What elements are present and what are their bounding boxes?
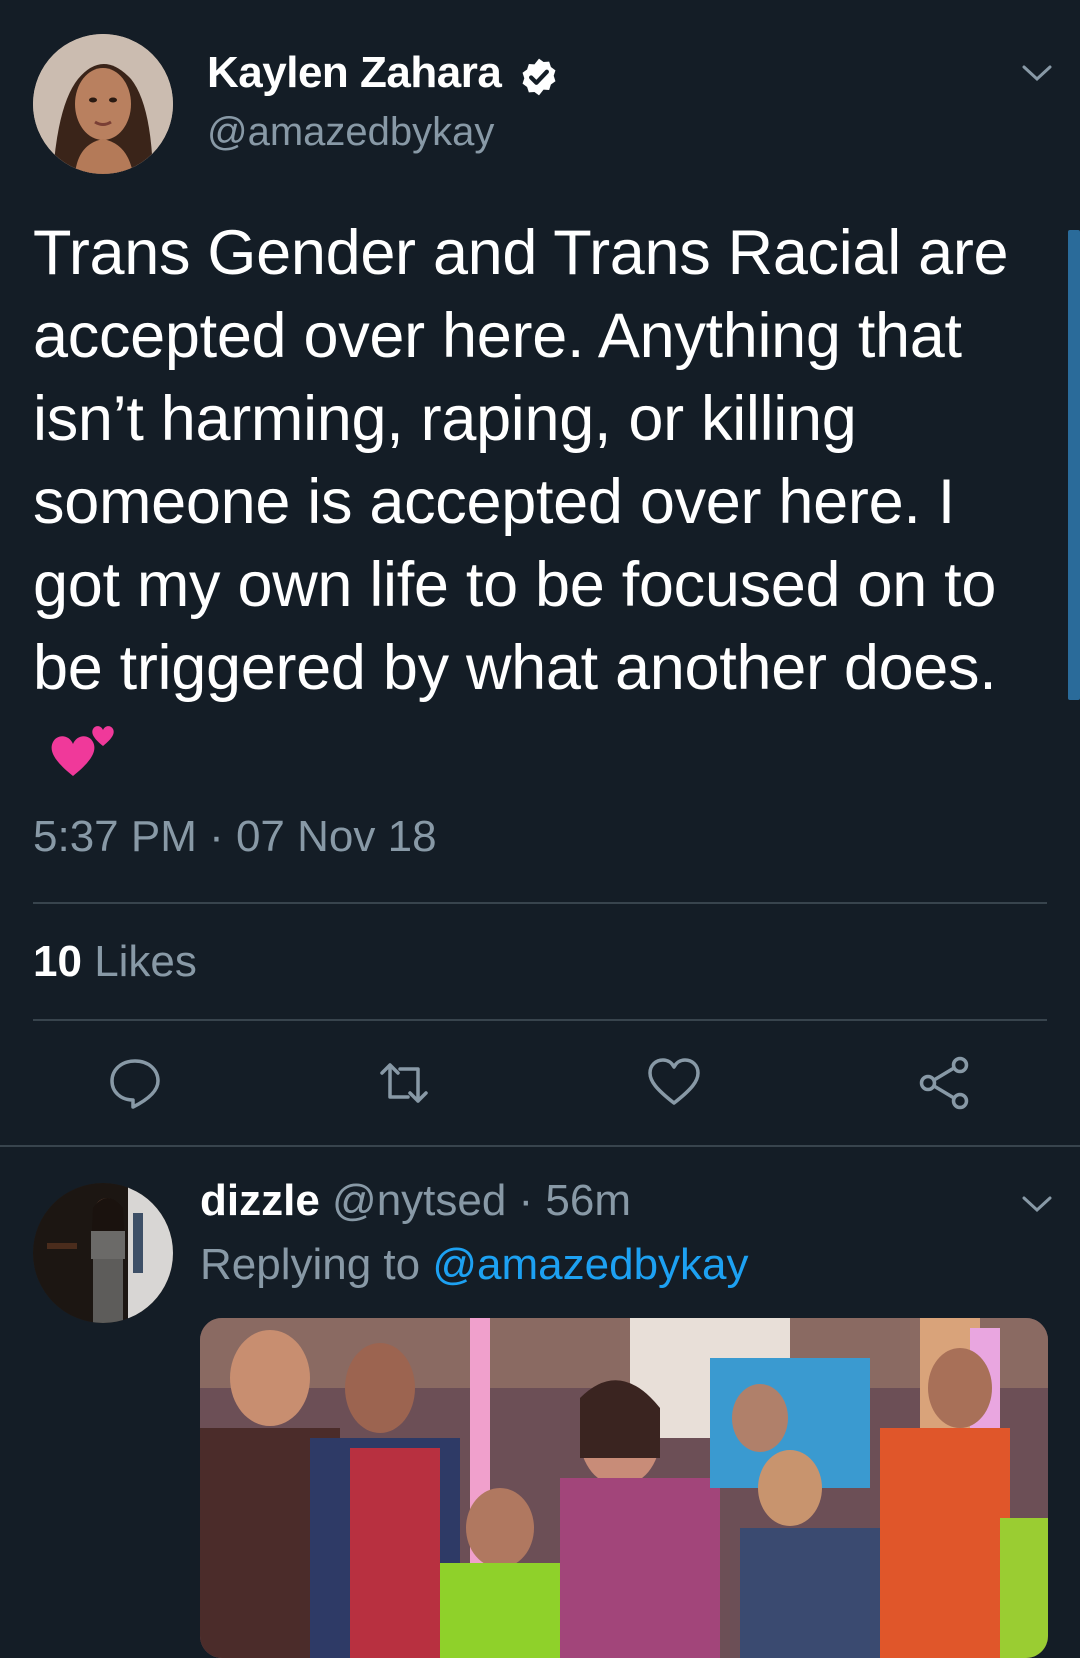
chevron-down-icon[interactable] [1020, 1193, 1054, 1215]
likes-number: 10 [33, 937, 82, 986]
replying-to: Replying to @amazedbykay [200, 1240, 749, 1290]
author-avatar[interactable] [33, 34, 173, 174]
replying-to-label: Replying to [200, 1240, 421, 1289]
reply-icon[interactable] [107, 1055, 163, 1111]
author-handle[interactable]: @amazedbykay [207, 110, 494, 155]
verified-badge-icon [522, 58, 556, 96]
replying-to-mention[interactable]: @amazedbykay [432, 1240, 748, 1289]
tweet-text: Trans Gender and Trans Racial are accept… [33, 212, 1043, 793]
share-icon[interactable] [916, 1055, 972, 1111]
scrollbar[interactable] [1068, 230, 1080, 700]
likes-label: Likes [94, 937, 197, 986]
two-hearts-emoji [51, 726, 114, 776]
divider [33, 902, 1047, 904]
heart-icon[interactable] [646, 1055, 702, 1111]
chevron-down-icon[interactable] [1020, 62, 1054, 84]
divider [33, 1019, 1047, 1021]
tweet-body: Trans Gender and Trans Racial are accept… [33, 218, 1009, 703]
retweet-icon[interactable] [376, 1055, 432, 1111]
tweet-separator [0, 1145, 1080, 1147]
reply-header: dizzle @nytsed · 56m [200, 1176, 631, 1226]
reply-author-name[interactable]: dizzle [200, 1176, 320, 1225]
tweet-timestamp: 5:37 PM · 07 Nov 18 [33, 812, 437, 861]
likes-count[interactable]: 10 Likes [33, 937, 197, 987]
reply-author-avatar[interactable] [33, 1183, 173, 1323]
reply-media-gif[interactable] [200, 1318, 1048, 1658]
reply-handle-time: @nytsed · 56m [332, 1176, 632, 1225]
author-name[interactable]: Kaylen Zahara [207, 48, 502, 98]
